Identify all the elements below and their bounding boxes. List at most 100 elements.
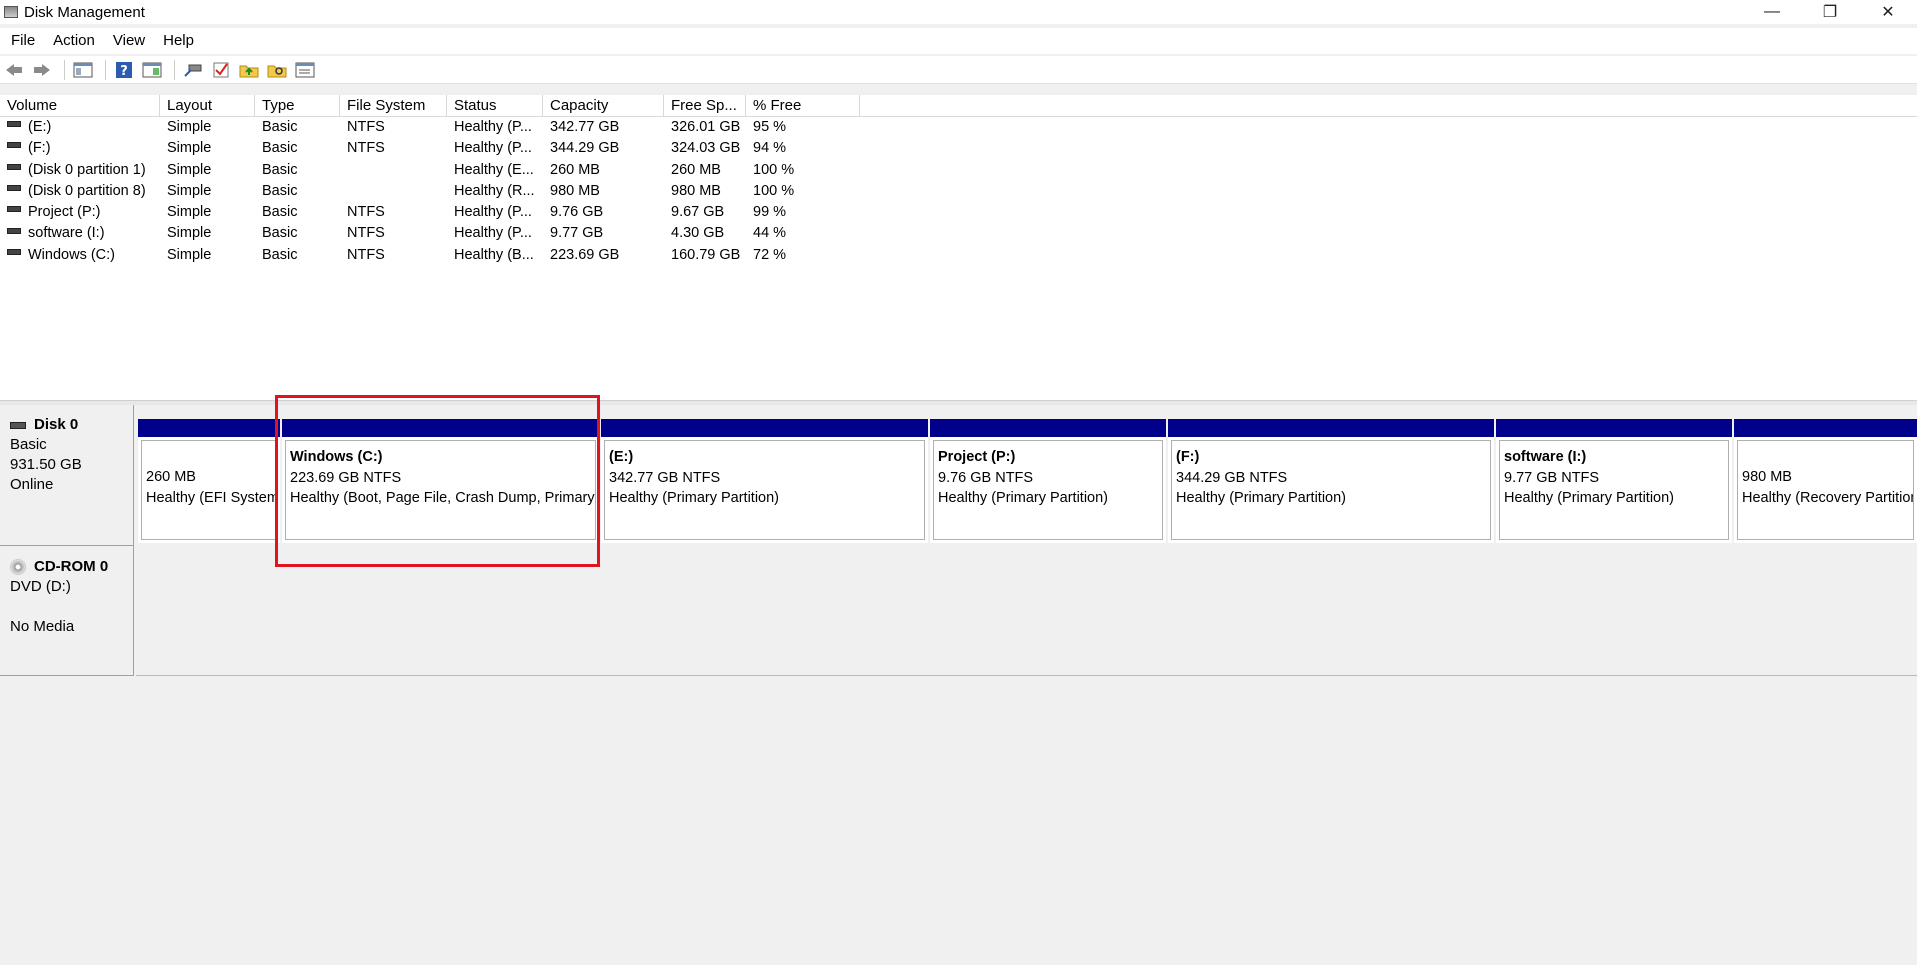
toolbar: ? (0, 56, 1917, 84)
console-tree-icon[interactable] (71, 59, 95, 81)
menu-view[interactable]: View (104, 28, 154, 54)
cell-status: Healthy (B... (454, 246, 534, 263)
cell-percent-free: 72 % (753, 246, 787, 263)
column-percent-free[interactable]: % Free (746, 95, 860, 116)
properties-icon[interactable] (140, 59, 164, 81)
cell-capacity: 260 MB (550, 161, 600, 178)
partition-size: 9.77 GB NTFS (1504, 469, 1600, 486)
back-icon[interactable] (2, 59, 26, 81)
column-free-space[interactable]: Free Sp... (664, 95, 746, 116)
column-status[interactable]: Status (447, 95, 543, 116)
cell-status: Healthy (P... (454, 204, 532, 221)
partition-name: software (I:) (1504, 449, 1587, 465)
partition-block[interactable]: Project (P:) 9.76 GB NTFS Healthy (Primary… (930, 419, 1166, 543)
toolbar-separator (105, 59, 106, 80)
close-button[interactable]: ✕ (1859, 0, 1917, 24)
table-row[interactable]: (F:) Simple Basic NTFS Healthy (P... 344.29 G… (0, 138, 1917, 159)
table-row[interactable]: (E:) Simple Basic NTFS Healthy (P... 342.77 G… (0, 117, 1917, 138)
cdrom-0-area[interactable] (136, 546, 1917, 676)
partition-size: 342.77 GB NTFS (609, 469, 721, 486)
check-icon[interactable] (209, 59, 233, 81)
table-row[interactable]: (Disk 0 partition 1) Simple Basic Healthy (… (0, 160, 1917, 181)
partition-color-bar (138, 419, 280, 437)
help-icon[interactable]: ? (112, 59, 136, 81)
cell-volume: (Disk 0 partition 1) (0, 160, 160, 181)
window-controls: — ❐ ✕ (1743, 0, 1917, 24)
cell-free-space: 324.03 GB (671, 140, 741, 157)
folder-up-icon[interactable] (237, 59, 261, 81)
partition-info: 980 MB Healthy (Recovery Partition) (1737, 440, 1914, 540)
partition-status: Healthy (EFI System Partition) (146, 489, 277, 506)
partition-status: Healthy (Primary Partition) (1176, 490, 1347, 506)
cell-capacity: 344.29 GB (550, 140, 620, 157)
cell-file-system (340, 160, 447, 181)
cell-volume: software (I:) (0, 223, 160, 244)
list-icon[interactable] (293, 59, 317, 81)
column-capacity[interactable]: Capacity (543, 95, 664, 116)
menu-file[interactable]: File (2, 28, 44, 54)
cdrom-0-label[interactable]: CD-ROM 0 DVD (D:) No Media (0, 546, 134, 676)
partition-color-bar (601, 419, 928, 437)
cell-volume: Windows (C:) (0, 245, 160, 266)
partition-info: Windows (C:) 223.69 GB NTFS Healthy (Boot,… (285, 440, 596, 540)
table-row[interactable]: Project (P:) Simple Basic NTFS Healthy (P...… (0, 202, 1917, 223)
disk-management-app-icon (4, 6, 18, 18)
volume-icon (7, 206, 21, 213)
partition-size: 223.69 GB NTFS (290, 469, 402, 486)
cell-free-space: 160.79 GB (671, 246, 741, 263)
cdrom-0-name-line: CD-ROM 0 (10, 557, 133, 577)
cell-percent-free: 100 % (753, 161, 795, 178)
cell-layout: Simple (167, 140, 212, 157)
partition-color-bar (1496, 419, 1732, 437)
forward-icon[interactable] (30, 59, 54, 81)
partition-size: 344.29 GB NTFS (1176, 469, 1288, 486)
cell-percent-free: 100 % (753, 182, 795, 199)
volume-name: (F:) (28, 140, 51, 157)
column-file-system[interactable]: File System (340, 95, 447, 116)
cdrom-0-row: CD-ROM 0 DVD (D:) No Media (0, 546, 1917, 676)
partition-status: Healthy (Recovery Partition) (1742, 489, 1914, 506)
table-row[interactable]: Windows (C:) Simple Basic NTFS Healthy (B...… (0, 245, 1917, 266)
cell-type: Basic (262, 161, 298, 178)
folder-search-icon[interactable] (265, 59, 289, 81)
partition-block[interactable]: (E:) 342.77 GB NTFS Healthy (Primary Parti… (601, 419, 928, 543)
volume-name: (Disk 0 partition 8) (28, 182, 146, 199)
partition-info: Project (P:) 9.76 GB NTFS Healthy (Primary… (933, 440, 1163, 540)
partition-name (146, 447, 276, 467)
table-row[interactable]: software (I:) Simple Basic NTFS Healthy (P..… (0, 223, 1917, 244)
partition-block[interactable]: Windows (C:) 223.69 GB NTFS Healthy (Boot,… (282, 419, 599, 543)
cell-percent-free: 99 % (753, 204, 787, 221)
column-type[interactable]: Type (255, 95, 340, 116)
menu-help[interactable]: Help (154, 28, 203, 54)
partition-block[interactable]: 260 MB Healthy (EFI System Partition) (138, 419, 280, 543)
disk-0-name-line: Disk 0 (10, 415, 133, 435)
volume-name: Windows (C:) (28, 246, 116, 263)
disk-0-name: Disk 0 (34, 416, 79, 433)
partition-block[interactable]: (F:) 344.29 GB NTFS Healthy (Primary Parti… (1168, 419, 1494, 543)
cell-status: Healthy (E... (454, 161, 534, 178)
partition-block[interactable]: 980 MB Healthy (Recovery Partition) (1734, 419, 1917, 543)
partition-status: Healthy (Primary Partition) (938, 490, 1109, 506)
cell-volume: (Disk 0 partition 8) (0, 181, 160, 202)
menu-action[interactable]: Action (44, 28, 104, 54)
volume-icon (7, 185, 21, 192)
partition-name (1742, 447, 1913, 467)
cell-capacity: 980 MB (550, 182, 600, 199)
cell-file-system: NTFS (347, 204, 385, 221)
cell-status: Healthy (P... (454, 119, 532, 135)
volume-name: software (I:) (28, 225, 105, 242)
connect-icon[interactable] (181, 59, 205, 81)
cell-layout: Simple (167, 119, 212, 135)
cell-free-space: 260 MB (671, 161, 721, 178)
partition-block[interactable]: software (I:) 9.77 GB NTFS Healthy (Primar… (1496, 419, 1732, 543)
table-row[interactable]: (Disk 0 partition 8) Simple Basic Healthy (… (0, 181, 1917, 202)
minimize-button[interactable]: — (1743, 0, 1801, 24)
partition-color-bar (282, 419, 599, 437)
cell-type: Basic (262, 182, 298, 199)
column-layout[interactable]: Layout (160, 95, 255, 116)
disk-0-label[interactable]: Disk 0 Basic 931.50 GB Online (0, 405, 134, 546)
column-volume[interactable]: Volume (0, 95, 160, 116)
maximize-button[interactable]: ❐ (1801, 0, 1859, 24)
list-header: Volume Layout Type File System Status Ca… (0, 95, 1917, 117)
